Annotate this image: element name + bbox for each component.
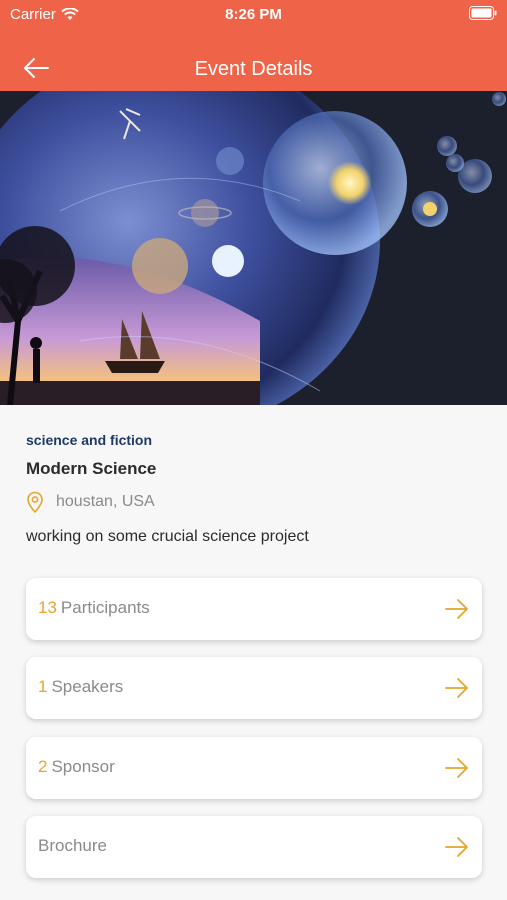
brochure-label-row: Brochure [38,836,107,856]
battery-icon [469,6,497,24]
status-bar: Carrier 8:26 PM [0,0,507,28]
speakers-card[interactable]: 1 Speakers [26,657,482,719]
arrow-right-icon [445,599,468,619]
navigation-bar: Event Details [0,44,507,91]
page-title: Event Details [194,58,313,80]
speakers-label-row: 1 Speakers [38,677,123,697]
sponsor-count: 2 [38,757,48,776]
location-text: houstan, USA [56,493,155,510]
brochure-label: Brochure [38,836,107,855]
event-banner-image [0,91,507,405]
status-time: 8:26 PM [225,6,282,23]
arrow-right-icon [445,837,468,857]
participants-count: 13 [38,598,57,617]
event-title: Modern Science [26,459,157,478]
brochure-card[interactable]: Brochure [26,816,482,878]
speakers-label: Speakers [51,677,124,696]
event-description: working on some crucial science project [26,528,309,545]
arrow-right-icon [445,758,468,778]
sponsor-card[interactable]: 2 Sponsor [26,737,482,799]
location-pin-icon [27,491,43,513]
participants-label: Participants [60,598,150,617]
event-category: science and fiction [26,432,153,448]
app-header: Carrier 8:26 PM Event Details [0,0,507,91]
arrow-right-icon [445,678,468,698]
participants-label-row: 13 Participants [38,598,150,618]
participants-card[interactable]: 13 Participants [26,578,482,640]
sponsor-label-row: 2 Sponsor [38,757,115,777]
event-location: houstan, USA [26,491,155,513]
speakers-count: 1 [38,677,48,696]
sponsor-label: Sponsor [51,757,115,776]
